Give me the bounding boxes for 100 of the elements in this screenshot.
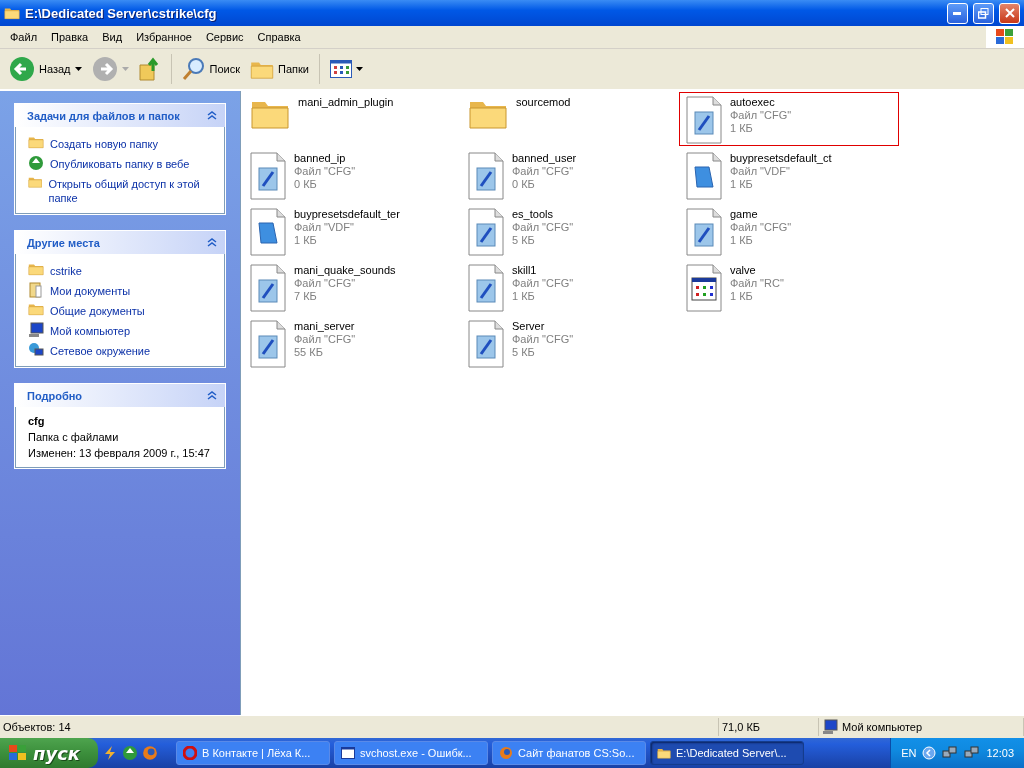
file-name: mani_server <box>294 320 356 333</box>
file-size: 1 КБ <box>512 290 536 303</box>
file-size: 1 КБ <box>294 234 318 247</box>
network-icon[interactable] <box>942 746 959 760</box>
file-type: Файл "CFG" <box>512 333 574 346</box>
file-tile[interactable]: mani_server Файл "CFG" 55 КБ <box>243 316 463 370</box>
task-link[interactable]: Мои документы <box>28 282 214 298</box>
file-type: Файл "CFG" <box>512 221 574 234</box>
folder-icon <box>4 6 20 20</box>
browser-icon <box>499 746 513 760</box>
caret-icon <box>121 67 129 71</box>
file-size: 5 КБ <box>512 346 536 359</box>
restore-button[interactable] <box>973 2 994 24</box>
collapse-chevron-icon[interactable] <box>207 391 217 400</box>
document-icon <box>468 320 504 368</box>
menu-item[interactable]: Правка <box>44 31 96 43</box>
clock: 12:03 <box>986 747 1014 759</box>
taskbar-button[interactable]: Сайт фанатов CS:So... <box>492 741 646 765</box>
panel-header[interactable]: Другие места <box>15 231 225 254</box>
file-size: 0 КБ <box>294 178 318 191</box>
object-count: Объектов: 14 <box>0 718 719 736</box>
panel-title: Задачи для файлов и папок <box>27 109 180 122</box>
start-button[interactable]: пуск <box>0 738 98 768</box>
file-tile[interactable]: sourcemod <box>461 92 681 146</box>
collapse-chevron-icon[interactable] <box>207 111 217 120</box>
file-name: banned_ip <box>294 152 347 165</box>
task-link[interactable]: Общие документы <box>28 302 214 318</box>
panel-title: Другие места <box>27 236 100 249</box>
file-type: Файл "CFG" <box>730 109 792 122</box>
restore-icon <box>978 7 989 19</box>
folder-icon <box>28 262 44 276</box>
file-tile[interactable]: mani_quake_sounds Файл "CFG" 7 КБ <box>243 260 463 314</box>
file-type: Файл "CFG" <box>294 165 356 178</box>
file-name: valve <box>730 264 757 277</box>
window-title: E:\Dedicated Server\cstrike\cfg <box>25 5 218 21</box>
network-icon <box>28 342 44 358</box>
file-tile[interactable]: Server Файл "CFG" 5 КБ <box>461 316 681 370</box>
document-icon <box>468 208 504 256</box>
network-icon[interactable] <box>964 746 981 760</box>
file-tile[interactable]: buypresetsdefault_ter Файл "VDF" 1 КБ <box>243 204 463 258</box>
panel-header[interactable]: Подробно <box>15 384 225 407</box>
menu-item[interactable]: Справка <box>250 31 308 43</box>
new-folder-icon <box>28 135 44 149</box>
file-tile[interactable]: es_tools Файл "CFG" 5 КБ <box>461 204 681 258</box>
lightning-icon[interactable] <box>102 745 118 761</box>
menu-item[interactable]: Сервис <box>198 31 251 43</box>
file-tile[interactable]: skill1 Файл "CFG" 1 КБ <box>461 260 681 314</box>
search-button[interactable]: Поиск <box>178 55 243 83</box>
file-size: 1 КБ <box>730 178 754 191</box>
collapse-chevron-icon[interactable] <box>207 238 217 247</box>
search-icon <box>181 57 206 81</box>
file-tile[interactable]: game Файл "CFG" 1 КБ <box>679 204 899 258</box>
task-link[interactable]: Мой компьютер <box>28 322 214 338</box>
file-tile[interactable]: buypresetsdefault_ct Файл "VDF" 1 КБ <box>679 148 899 202</box>
menu-item[interactable]: Избранное <box>129 31 199 43</box>
back-button[interactable]: Назад <box>6 54 85 84</box>
folder-icon <box>28 302 44 316</box>
folders-button[interactable]: Папки <box>247 56 312 82</box>
views-icon <box>329 60 352 78</box>
windows-logo-icon <box>995 28 1015 46</box>
document-icon <box>250 152 286 200</box>
caret-icon <box>355 67 363 71</box>
file-size: 55 КБ <box>294 346 324 359</box>
file-type: Файл "VDF" <box>730 165 791 178</box>
modified-date: Изменен: 13 февраля 2009 г., 15:47 <box>28 447 211 459</box>
panel-header[interactable]: Задачи для файлов и папок <box>15 104 225 127</box>
file-type: Файл "CFG" <box>294 277 357 290</box>
file-type: Файл "RC" <box>730 277 784 290</box>
close-button[interactable] <box>999 2 1020 24</box>
file-tile[interactable]: banned_ip Файл "CFG" 0 КБ <box>243 148 463 202</box>
task-link[interactable]: cstrike <box>28 262 214 278</box>
file-name: mani_quake_sounds <box>294 264 396 277</box>
folder-name: cfg <box>28 415 46 427</box>
computer-icon <box>822 719 838 735</box>
file-tile[interactable]: valve Файл "RC" 1 КБ <box>679 260 899 314</box>
file-name: buypresetsdefault_ct <box>730 152 832 165</box>
file-type: Файл "CFG" <box>512 277 574 290</box>
task-link[interactable]: Опубликовать папку в вебе <box>28 155 214 171</box>
taskbar-button[interactable]: E:\Dedicated Server\... <box>650 741 804 765</box>
file-tile[interactable]: mani_admin_plugin <box>243 92 463 146</box>
minimize-button[interactable] <box>947 2 968 24</box>
resource-file-icon <box>686 264 722 312</box>
file-tile[interactable]: banned_user Файл "CFG" 0 КБ <box>461 148 681 202</box>
menu-item[interactable]: Файл <box>3 31 45 43</box>
highlighted-file-tile[interactable]: autoexec Файл "CFG" 1 КБ <box>679 92 899 146</box>
expand-tray-icon[interactable] <box>922 746 937 760</box>
up-folder-icon <box>138 57 161 81</box>
computer-icon <box>28 322 44 338</box>
task-link[interactable]: Открыть общий доступ к этой папке <box>28 175 214 205</box>
taskbar-button[interactable]: В Контакте | Лёха К... <box>176 741 330 765</box>
file-name: autoexec <box>730 96 776 109</box>
task-link[interactable]: Сетевое окружение <box>28 342 214 358</box>
globe-icon[interactable] <box>122 745 138 761</box>
taskbar-button[interactable]: svchost.exe - Ошибк... <box>334 741 488 765</box>
task-link[interactable]: Создать новую папку <box>28 135 214 151</box>
window-icon <box>341 747 355 759</box>
document-icon <box>686 96 722 144</box>
file-name: Server <box>512 320 546 333</box>
language-indicator[interactable]: EN <box>901 747 917 759</box>
menu-item[interactable]: Вид <box>95 31 130 43</box>
